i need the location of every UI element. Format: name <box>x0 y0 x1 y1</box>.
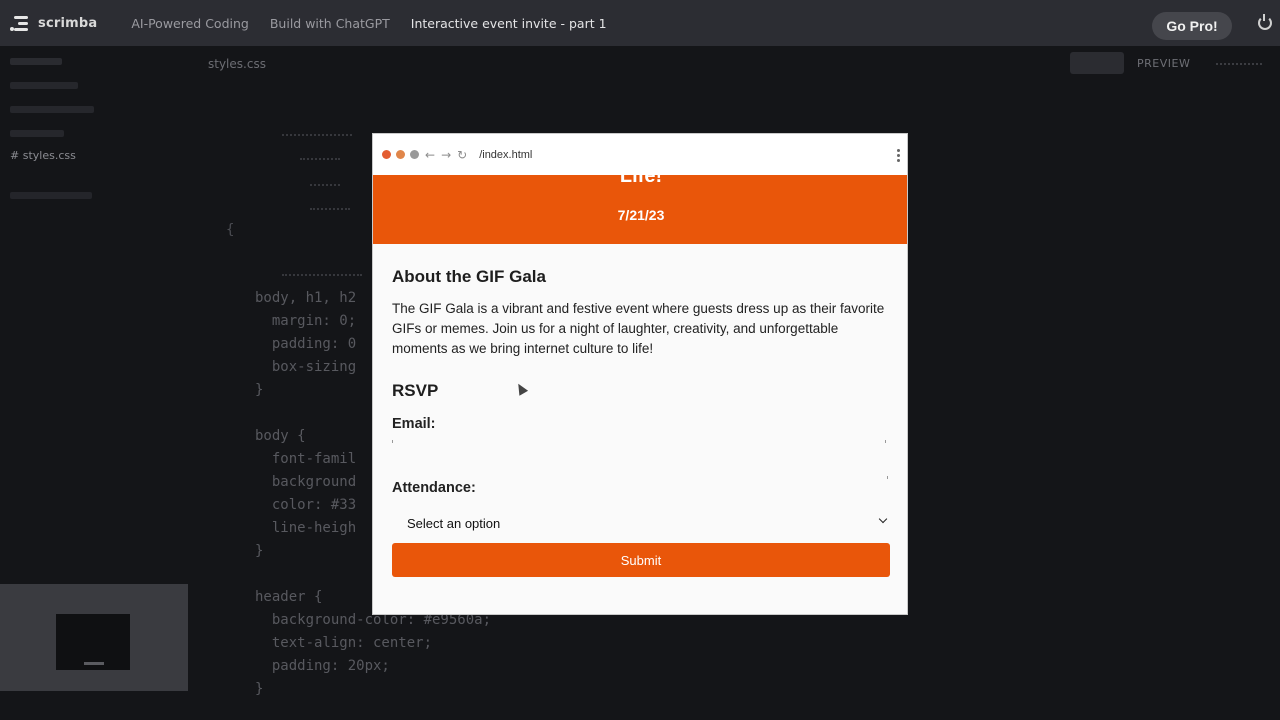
close-window-button[interactable] <box>382 150 391 159</box>
reload-icon[interactable]: ↻ <box>457 148 467 162</box>
maximize-window-button[interactable] <box>410 150 419 159</box>
instructor-video-thumbnail[interactable] <box>0 584 188 691</box>
code-line: box-sizing <box>255 359 357 375</box>
code-line: font-famil <box>255 451 357 467</box>
attendance-label: Attendance: <box>392 480 476 496</box>
code-line: background <box>255 474 357 490</box>
rsvp-heading: RSVP <box>392 381 439 400</box>
code-line: body { <box>255 428 306 444</box>
code-line: header { <box>255 589 323 605</box>
scrimba-logo-icon <box>10 14 30 32</box>
sidebar-file-placeholder[interactable] <box>10 192 92 199</box>
breadcrumb-item-course[interactable]: AI-Powered Coding <box>131 16 249 31</box>
scrimba-logo[interactable]: scrimba <box>10 14 97 32</box>
chevron-down-icon <box>878 514 888 524</box>
sidebar-file-styles-css[interactable]: # styles.css <box>10 149 76 162</box>
sidebar-file-placeholder[interactable] <box>10 106 94 113</box>
code-line: padding: 20px; <box>255 658 390 674</box>
browser-preview-window: ← → ↻ /index.html Life! 7/21/23 About th… <box>372 133 908 615</box>
submit-button[interactable]: Submit <box>392 543 890 577</box>
code-line-placeholder <box>282 274 362 280</box>
logo-text: scrimba <box>38 15 98 31</box>
tab-placeholder[interactable] <box>1216 63 1262 65</box>
code-line: text-align: center; <box>255 635 433 651</box>
code-line: margin: 0; <box>255 313 357 329</box>
more-options-icon[interactable] <box>897 149 900 162</box>
code-line: } <box>255 382 264 398</box>
code-line: body, h1, h2 <box>255 290 357 306</box>
top-bar: scrimba AI-Powered Coding Build with Cha… <box>0 0 1280 46</box>
code-line-placeholder <box>310 184 340 190</box>
sidebar-file-placeholder[interactable] <box>10 130 64 137</box>
code-line: color: #33 <box>255 497 357 513</box>
attendance-select[interactable]: Select an option <box>392 506 890 540</box>
preview-page: Life! 7/21/23 About the GIF Gala The GIF… <box>373 165 907 614</box>
forward-arrow-icon[interactable]: → <box>441 148 451 162</box>
email-field[interactable] <box>392 440 888 476</box>
url-field[interactable]: /index.html <box>479 149 532 161</box>
back-arrow-icon[interactable]: ← <box>425 148 435 162</box>
power-icon[interactable] <box>1258 14 1272 30</box>
code-line-placeholder <box>300 158 340 164</box>
code-brace: { <box>226 222 235 238</box>
about-heading: About the GIF Gala <box>392 267 546 286</box>
sidebar-file-placeholder[interactable] <box>10 82 78 89</box>
video-caption-bar <box>84 662 104 665</box>
editor-tab-styles-css[interactable]: styles.css <box>208 57 266 71</box>
event-title: Life! <box>619 165 663 187</box>
sidebar-heading-placeholder <box>10 58 62 65</box>
minimize-window-button[interactable] <box>396 150 405 159</box>
tab-preview[interactable]: PREVIEW <box>1137 57 1190 70</box>
code-line: line-heigh <box>255 520 357 536</box>
breadcrumb-item-module[interactable]: Build with ChatGPT <box>270 16 390 31</box>
breadcrumb: AI-Powered Coding Build with ChatGPT Int… <box>131 16 606 31</box>
about-text: The GIF Gala is a vibrant and festive ev… <box>392 301 885 356</box>
event-date: 7/21/23 <box>617 207 665 223</box>
email-label: Email: <box>392 416 436 432</box>
event-header: Life! 7/21/23 <box>373 165 907 244</box>
preview-tabs: PREVIEW <box>1070 52 1280 76</box>
email-field-border <box>887 476 888 479</box>
attendance-selected-value: Select an option <box>407 515 501 531</box>
go-pro-button[interactable]: Go Pro! <box>1152 12 1232 40</box>
breadcrumb-item-lesson[interactable]: Interactive event invite - part 1 <box>411 16 607 31</box>
code-line-placeholder <box>282 134 352 140</box>
code-line: } <box>255 681 264 697</box>
code-line-placeholder <box>310 208 350 214</box>
editor-view-tab[interactable] <box>1070 52 1124 74</box>
code-line: } <box>255 543 264 559</box>
code-line: padding: 0 <box>255 336 357 352</box>
